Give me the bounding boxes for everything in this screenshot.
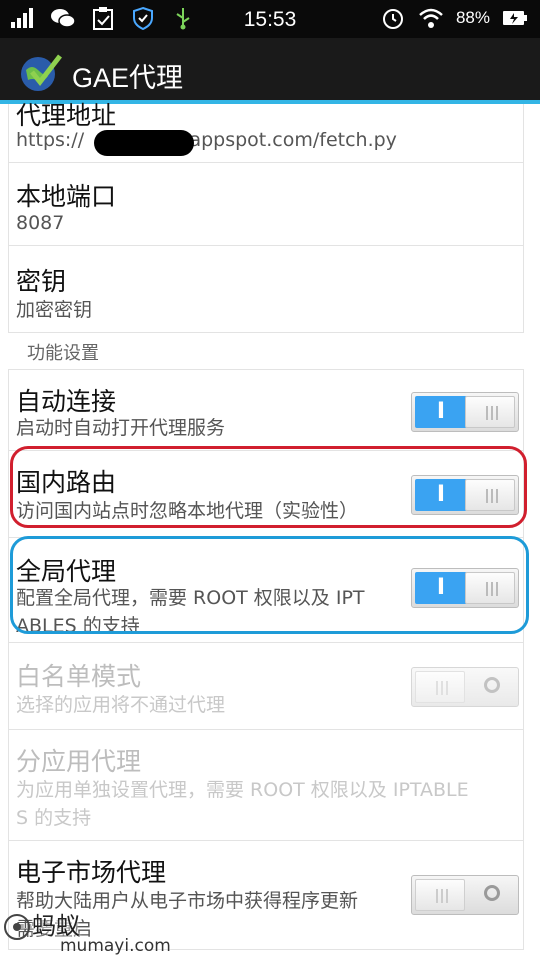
toggle-knob: [415, 671, 465, 703]
status-bar: 15:53 88%: [0, 0, 540, 38]
category-header: 功能设置: [8, 333, 524, 369]
action-bar: GAE代理: [0, 38, 540, 104]
pref-summary: https:// o.appspot.com/fetch.py: [16, 126, 397, 154]
pref-summary: 为应用单独设置代理，需要 ROOT 权限以及 IPTABLE S 的支持: [16, 776, 469, 832]
pref-title: 密钥: [16, 267, 67, 296]
toggle-switch[interactable]: [411, 875, 519, 915]
watermark-url: mumayi.com: [60, 936, 171, 956]
watermark: 蚂蚁 mumayi.com: [2, 906, 171, 960]
pref-auto-connect[interactable]: 自动连接 启动时自动打开代理服务 I: [8, 369, 524, 451]
toggle-switch[interactable]: I: [411, 392, 519, 432]
pref-title: 分应用代理: [16, 747, 142, 776]
pref-title: 电子市场代理: [16, 858, 167, 887]
pref-proxy-address[interactable]: 代理地址 https://o.appspot.com/fetch.py: [8, 101, 524, 163]
pref-secret-key[interactable]: 密钥 加密密钥: [8, 246, 524, 333]
ant-logo-icon: [4, 914, 30, 940]
summary-line: 为应用单独设置代理，需要 ROOT 权限以及 IPTABLE: [16, 779, 469, 801]
url-prefix: https://: [16, 129, 85, 151]
pref-summary: 选择的应用将不通过代理: [16, 694, 226, 716]
redaction-mark: [94, 130, 194, 156]
globe-check-icon[interactable]: [18, 50, 62, 94]
highlight-frame-blue: [10, 536, 529, 634]
pref-per-app-proxy: 分应用代理 为应用单独设置代理，需要 ROOT 权限以及 IPTABLE S 的…: [8, 730, 524, 841]
toggle-knob: [465, 396, 515, 428]
app-title: GAE代理: [72, 63, 184, 93]
pref-whitelist-mode: 白名单模式 选择的应用将不通过代理: [8, 643, 524, 730]
pref-summary: 启动时自动打开代理服务: [16, 417, 226, 439]
pref-title: 自动连接: [16, 387, 117, 416]
wifi-icon: [418, 6, 444, 30]
pref-summary: 8087: [16, 212, 65, 234]
battery-percent: 88%: [455, 8, 490, 27]
toggle-off-indicator: [484, 885, 500, 901]
toggle-knob: [415, 879, 465, 911]
url-suffix: o.appspot.com/fetch.py: [172, 129, 397, 151]
pref-title: 本地端口: [16, 182, 117, 211]
toggle-off-indicator: [484, 677, 500, 693]
category-title: 功能设置: [27, 343, 99, 364]
highlight-frame-red: [10, 446, 527, 528]
toggle-switch: [411, 667, 519, 707]
pref-local-port[interactable]: 本地端口 8087: [8, 163, 524, 246]
pref-summary: 加密密钥: [16, 299, 93, 321]
toggle-on-label: I: [415, 396, 467, 428]
pref-title: 白名单模式: [16, 662, 142, 691]
alarm-icon: [380, 6, 406, 30]
battery-icon: [502, 6, 528, 30]
summary-line: S 的支持: [16, 807, 92, 829]
